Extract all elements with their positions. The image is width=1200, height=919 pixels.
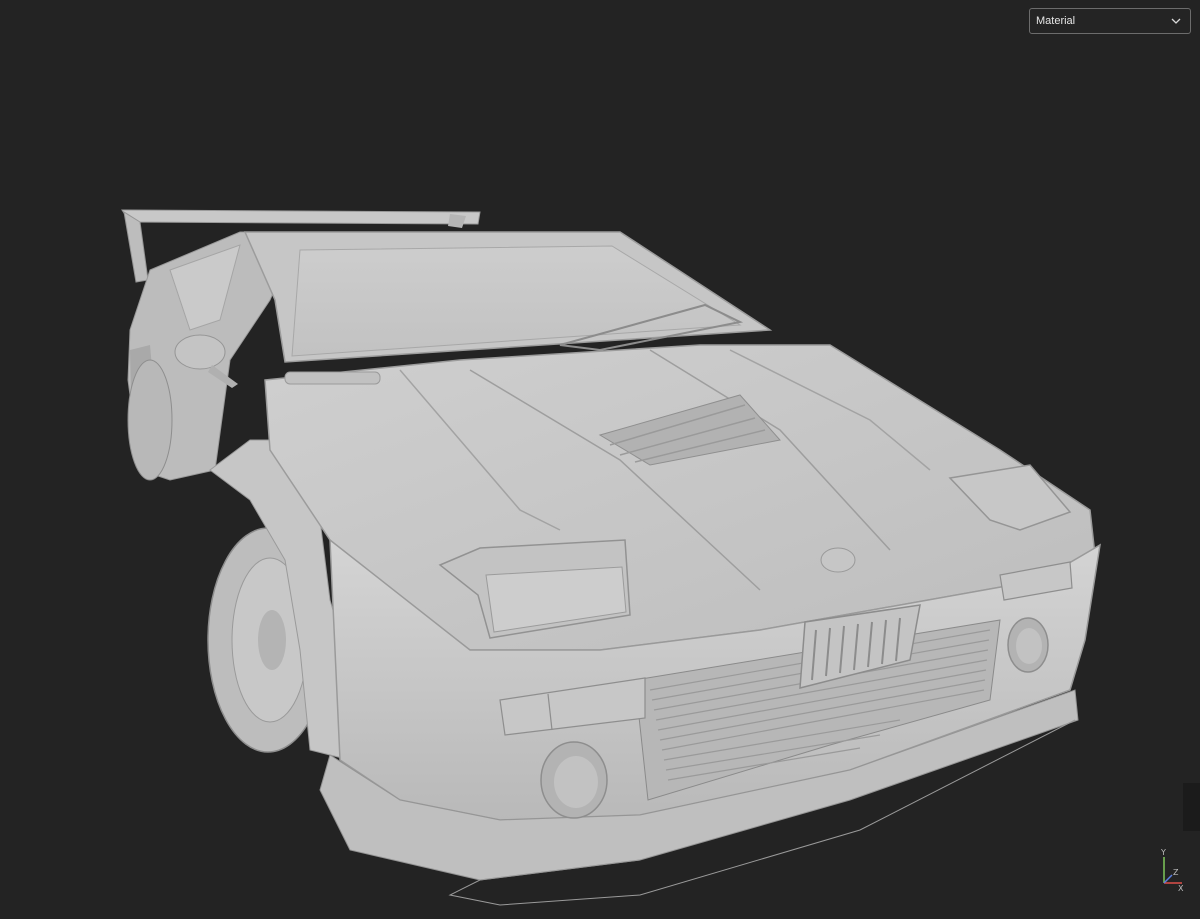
car-model-render[interactable] — [0, 0, 1200, 919]
axis-label-x: X — [1178, 884, 1184, 893]
fog-light-right — [1007, 617, 1049, 673]
windshield — [243, 231, 773, 363]
shading-mode-value: Material — [1036, 15, 1076, 27]
axis-label-y: Y — [1160, 848, 1166, 857]
edge-panel — [1183, 783, 1200, 831]
chevron-down-icon — [1170, 15, 1182, 27]
fog-light-left — [540, 741, 608, 819]
axis-gizmo-icon[interactable]: Y X Z — [1150, 845, 1190, 893]
3d-viewport[interactable]: Material Y X Z — [0, 0, 1200, 919]
shading-mode-dropdown[interactable]: Material — [1029, 8, 1191, 34]
rear-wheel — [127, 359, 173, 481]
axis-label-z: Z — [1173, 868, 1179, 877]
